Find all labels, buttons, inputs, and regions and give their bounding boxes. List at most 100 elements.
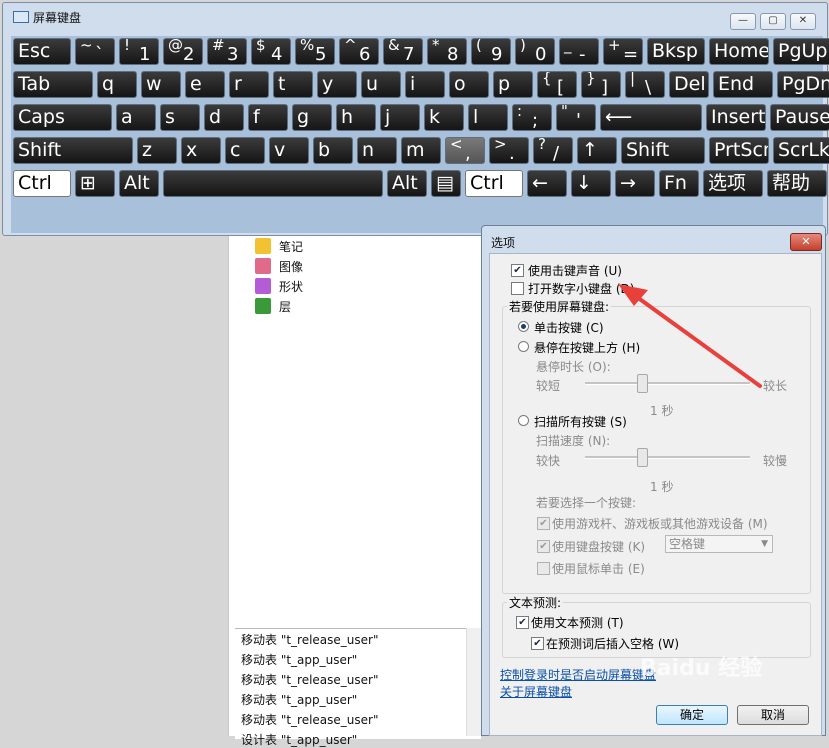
key-p[interactable]: p — [493, 71, 533, 98]
key-comma[interactable]: <, — [445, 137, 485, 164]
key-0[interactable]: ) 0 — [515, 38, 555, 65]
key-bksp[interactable]: Bksp — [647, 38, 705, 65]
key-win[interactable]: ⊞ — [75, 170, 115, 197]
key-insert[interactable]: Insert — [706, 104, 766, 131]
key-o[interactable]: o — [449, 71, 489, 98]
sound-checkbox[interactable]: ✔ — [511, 264, 524, 277]
key-down[interactable]: ↓ — [571, 170, 611, 197]
scan-slider-thumb[interactable] — [637, 448, 648, 467]
hover-keys-radio[interactable] — [518, 341, 529, 352]
key-lbracket[interactable]: {[ — [537, 71, 577, 98]
key-i[interactable]: i — [405, 71, 445, 98]
key-period[interactable]: >. — [489, 137, 529, 164]
dialog-close-button[interactable]: ✕ — [790, 233, 822, 251]
key-5[interactable]: % 5 — [295, 38, 335, 65]
key-t[interactable]: t — [273, 71, 313, 98]
key-y[interactable]: y — [317, 71, 357, 98]
key-lctrl[interactable]: Ctrl — [13, 170, 71, 197]
key-n[interactable]: n — [357, 137, 397, 164]
key-prtscn[interactable]: PrtScn — [709, 137, 769, 164]
restore-button[interactable]: ▢ — [760, 13, 786, 30]
key-ralt[interactable]: Alt — [387, 170, 427, 197]
key-1[interactable]: ! 1 — [119, 38, 159, 65]
key-j[interactable]: j — [380, 104, 420, 131]
key-pgdn[interactable]: PgDn — [777, 71, 829, 98]
key-del[interactable]: Del — [669, 71, 709, 98]
key-r[interactable]: r — [229, 71, 269, 98]
key-9[interactable]: (9 — [471, 38, 511, 65]
key-esc[interactable]: Esc — [13, 38, 71, 65]
key-lalt[interactable]: Alt — [119, 170, 159, 197]
key-scrlk[interactable]: ScrLk — [773, 137, 829, 164]
key-up[interactable]: ↑ — [577, 137, 617, 164]
tree-item[interactable]: 笔记 — [255, 236, 303, 256]
key-rctrl[interactable]: Ctrl — [465, 170, 523, 197]
key-4[interactable]: $4 — [251, 38, 291, 65]
key-backslash[interactable]: | \ — [625, 71, 665, 98]
tree-item[interactable]: 图像 — [255, 256, 303, 276]
osk-close-button[interactable]: ✕ — [790, 13, 816, 30]
key-enter[interactable]: ⟵ — [600, 104, 702, 131]
joystick-checkbox[interactable]: ✔ — [537, 517, 550, 530]
key-v[interactable]: v — [269, 137, 309, 164]
key-s[interactable]: s — [160, 104, 200, 131]
key-space[interactable] — [163, 170, 383, 197]
scan-speed-slider[interactable] — [585, 456, 750, 459]
key-8[interactable]: * 8 — [427, 38, 467, 65]
numpad-checkbox[interactable] — [511, 282, 524, 295]
key-3[interactable]: #3 — [207, 38, 247, 65]
keyboard-key-checkbox[interactable]: ✔ — [537, 540, 550, 553]
key-u[interactable]: u — [361, 71, 401, 98]
key-options[interactable]: 选项 — [703, 170, 763, 197]
key-z[interactable]: z — [137, 137, 177, 164]
key-pgup[interactable]: PgUp — [773, 38, 829, 65]
key-pause[interactable]: Pause — [770, 104, 829, 131]
key-q[interactable]: q — [97, 71, 137, 98]
key-caps[interactable]: Caps — [13, 104, 112, 131]
minimize-button[interactable]: — — [730, 13, 756, 30]
key-d[interactable]: d — [204, 104, 244, 131]
keyboard-key-dropdown[interactable]: 空格键 ▼ — [665, 535, 773, 553]
key-equals[interactable]: + = — [603, 38, 643, 65]
scan-keys-radio[interactable] — [518, 415, 529, 426]
key-semicolon[interactable]: :; — [512, 104, 552, 131]
key-m[interactable]: m — [401, 137, 441, 164]
key-quote[interactable]: " ' — [556, 104, 596, 131]
key-f[interactable]: f — [248, 104, 288, 131]
key-x[interactable]: x — [181, 137, 221, 164]
key-lshift[interactable]: Shift — [13, 137, 133, 164]
key-c[interactable]: c — [225, 137, 265, 164]
key-a[interactable]: a — [116, 104, 156, 131]
key-menu[interactable]: ▤ — [431, 170, 461, 197]
key-fn[interactable]: Fn — [659, 170, 699, 197]
key-backtick[interactable]: ~ ` — [75, 38, 115, 65]
ok-button[interactable]: 确定 — [656, 705, 728, 725]
key-h[interactable]: h — [336, 104, 376, 131]
key-6[interactable]: ^ 6 — [339, 38, 379, 65]
key-e[interactable]: e — [185, 71, 225, 98]
key-g[interactable]: g — [292, 104, 332, 131]
key-7[interactable]: & 7 — [383, 38, 423, 65]
key-2[interactable]: @2 — [163, 38, 203, 65]
key-end[interactable]: End — [713, 71, 773, 98]
key-w[interactable]: w — [141, 71, 181, 98]
key-help[interactable]: 帮助 — [767, 170, 827, 197]
cancel-button[interactable]: 取消 — [737, 705, 809, 725]
tree-item[interactable]: 形状 — [255, 276, 303, 296]
tree-item[interactable]: 层 — [255, 296, 291, 316]
key-b[interactable]: b — [313, 137, 353, 164]
key-home[interactable]: Home — [709, 38, 769, 65]
key-l[interactable]: l — [468, 104, 508, 131]
key-slash[interactable]: ? / — [533, 137, 573, 164]
key-rbracket[interactable]: }] — [581, 71, 621, 98]
key-tab[interactable]: Tab — [13, 71, 93, 98]
key-k[interactable]: k — [424, 104, 464, 131]
insert-space-checkbox[interactable]: ✔ — [531, 637, 544, 650]
logon-startup-link[interactable]: 控制登录时是否启动屏幕键盘 — [500, 666, 656, 683]
key-left[interactable]: ← — [527, 170, 567, 197]
mouse-click-checkbox[interactable] — [537, 562, 550, 575]
key-right[interactable]: → — [615, 170, 655, 197]
use-prediction-checkbox[interactable]: ✔ — [516, 616, 529, 629]
about-osk-link[interactable]: 关于屏幕键盘 — [500, 683, 572, 700]
click-keys-radio[interactable] — [518, 321, 529, 332]
